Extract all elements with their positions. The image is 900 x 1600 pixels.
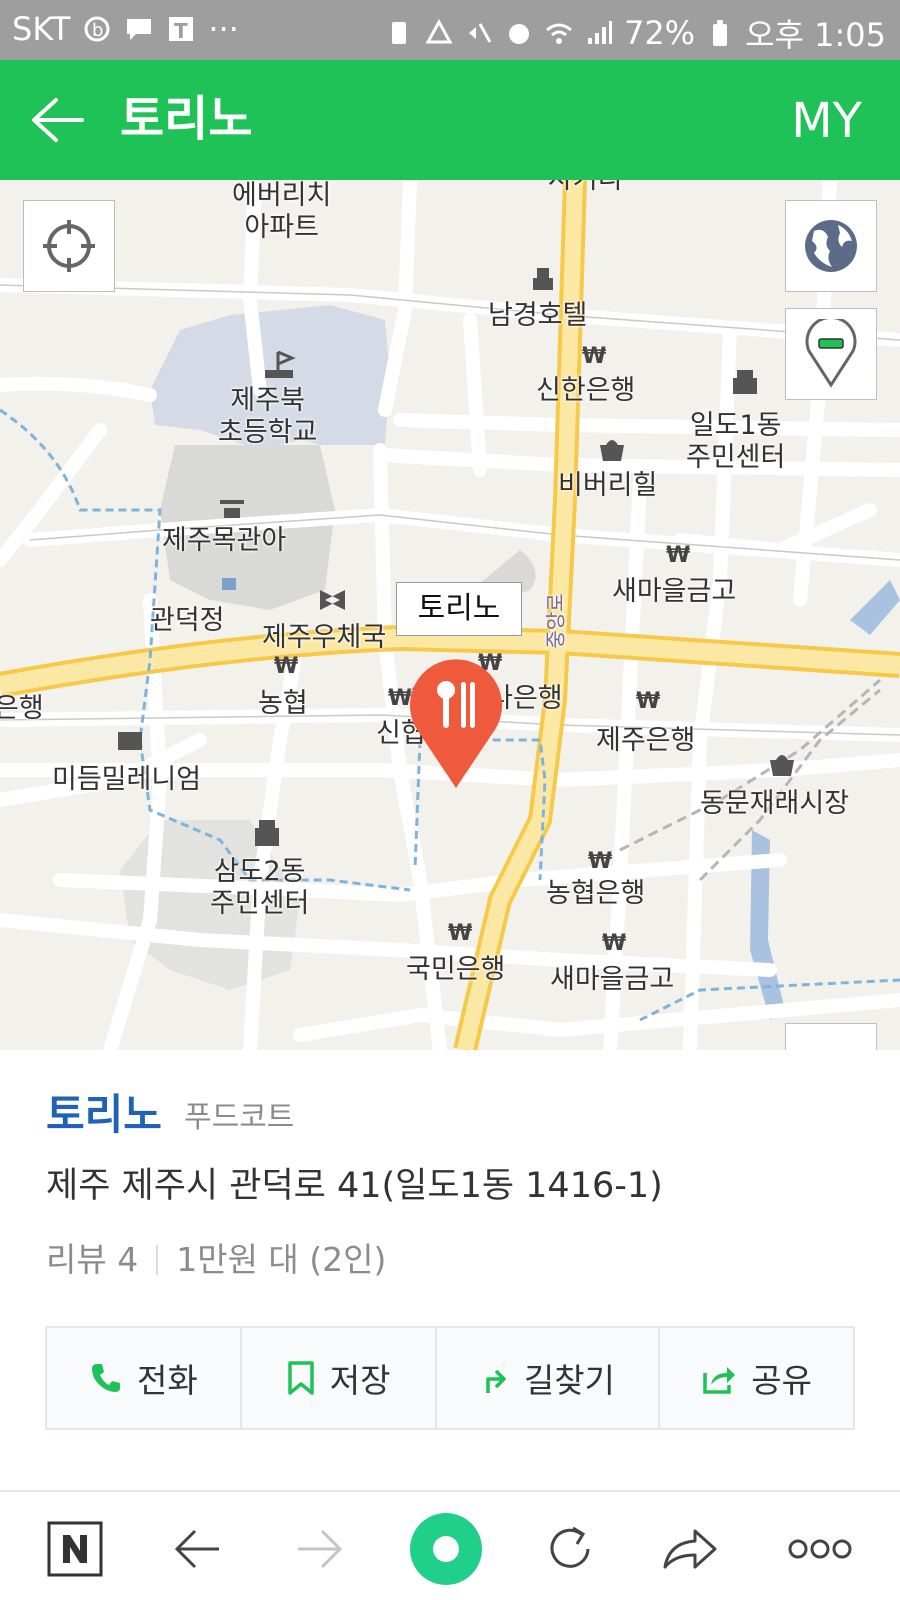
svg-text:₩: ₩ — [602, 931, 626, 956]
green-dot-icon — [410, 1513, 482, 1585]
place-meta: 리뷰 4 1만원 대 (2인) — [46, 1238, 386, 1282]
share-icon — [703, 1367, 736, 1394]
app-b-icon: b — [84, 16, 110, 42]
back-button[interactable] — [22, 88, 92, 152]
message-icon — [127, 19, 152, 40]
arrow-left-icon — [174, 1529, 219, 1569]
call-button[interactable]: 전화 — [47, 1328, 240, 1428]
map-label-jejubuk: 제주북 초등학교 — [218, 385, 318, 448]
arrow-left-icon — [32, 98, 84, 142]
restaurant-pin-icon[interactable] — [406, 656, 506, 792]
browser-forward-button[interactable] — [285, 1514, 355, 1584]
svg-text:T: T — [174, 19, 188, 43]
map-label-bank-left: 은행 — [0, 693, 44, 724]
my-button[interactable]: MY — [791, 86, 862, 156]
signal-icon — [587, 21, 612, 44]
status-right: 72% 오후 1:05 — [384, 10, 886, 56]
lock-battery-icon — [391, 22, 406, 44]
map-label-post: 제주우체국 — [262, 622, 387, 653]
svg-text:₩: ₩ — [582, 344, 606, 369]
meta-divider — [156, 1245, 159, 1275]
save-label: 저장 — [329, 1361, 391, 1400]
app-bar: 토리노 MY — [0, 60, 900, 180]
map-label-shinhan: 신한은행 — [536, 375, 636, 406]
map-label-gwandeok: 관덕정 — [150, 605, 225, 636]
share-arrow-icon — [663, 1529, 717, 1569]
place-callout[interactable]: 토리노 — [396, 582, 522, 636]
svg-text:₩: ₩ — [588, 849, 612, 874]
share-label: 공유 — [751, 1361, 812, 1400]
action-bar: 전화 저장 길찾기 공유 — [45, 1326, 855, 1430]
review-count[interactable]: 리뷰 4 — [46, 1238, 138, 1282]
t-app-icon: T — [169, 17, 194, 43]
directions-label: 길찾기 — [523, 1361, 615, 1400]
share-page-button[interactable] — [655, 1514, 725, 1584]
place-info-panel: 토리노 푸드코트 제주 제주시 관덕로 41(일도1동 1416-1) 리뷰 4… — [0, 1050, 900, 1490]
phone-icon — [92, 1364, 121, 1392]
browser-back-button[interactable] — [162, 1514, 232, 1584]
svg-text:₩: ₩ — [666, 543, 690, 568]
map-label-everich: 에버리치 아파트 — [232, 180, 332, 243]
carrier-label: SKT — [12, 10, 71, 48]
green-dot-button[interactable] — [404, 1507, 488, 1591]
place-category: 푸드코트 — [184, 1100, 295, 1135]
refresh-button[interactable] — [535, 1514, 605, 1584]
clock: 오후 1:05 — [745, 16, 886, 54]
map-label-dongmun: 동문재래시장 — [700, 788, 850, 819]
map-label-midum: 미듬밀레니엄 — [52, 764, 202, 795]
directions-button[interactable]: 길찾기 — [434, 1328, 659, 1428]
map-label-road-top: 사거리 — [548, 180, 623, 196]
map-label-kookmin: 국민은행 — [406, 954, 506, 985]
svg-text:₩: ₩ — [636, 689, 660, 714]
more-dots-icon — [788, 1539, 852, 1559]
bookmark-icon — [288, 1361, 314, 1395]
turn-arrow-icon — [486, 1369, 506, 1393]
arrow-right-icon — [298, 1529, 343, 1569]
zoom-in-button[interactable] — [786, 1024, 876, 1050]
map-pin-icon — [805, 319, 857, 388]
share-button[interactable]: 공유 — [658, 1328, 853, 1428]
wifi-icon — [545, 23, 572, 44]
battery-percent: 72% — [623, 14, 696, 52]
status-bar: SKT b T ··· 72% 오후 1:05 — [0, 0, 900, 60]
naver-n-icon — [47, 1521, 103, 1577]
map-label-nhbank: 농협은행 — [546, 878, 646, 909]
zoom-control — [785, 1023, 877, 1050]
svg-text:₩: ₩ — [274, 654, 298, 679]
save-button[interactable]: 저장 — [239, 1328, 435, 1428]
more-menu-button[interactable] — [775, 1514, 865, 1584]
map-label-mokgwana: 제주목관아 — [162, 525, 287, 556]
map-label-ildo-center: 일도1동 주민센터 — [686, 410, 786, 473]
map-label-samdo: 삼도2동 주민센터 — [210, 856, 310, 919]
place-address: 제주 제주시 관덕로 41(일도1동 1416-1) — [46, 1166, 663, 1206]
svg-text:₩: ₩ — [448, 921, 472, 946]
map-label-saemaeul-2: 새마을금고 — [550, 964, 675, 995]
svg-text:b: b — [92, 20, 103, 41]
call-label: 전화 — [137, 1361, 198, 1400]
price-range: 1만원 대 (2인) — [176, 1240, 387, 1279]
map-label-jejubank: 제주은행 — [596, 725, 696, 756]
vibrate-mute-icon — [468, 23, 492, 43]
place-name[interactable]: 토리노 — [46, 1088, 162, 1142]
globe-button[interactable] — [785, 200, 877, 292]
naver-home-button[interactable] — [40, 1514, 110, 1584]
map-label-namgyeong: 남경호텔 — [488, 300, 588, 331]
page-title: 토리노 — [120, 91, 253, 147]
globe-icon — [805, 220, 857, 272]
map-view[interactable]: ₩ ₩ ₩ ₩ ₩ ₩ ₩ ₩ ₩ 에버리치 아파트 사거리 남경호텔 신한은행… — [0, 180, 900, 1050]
more-notifications-icon: ··· — [208, 10, 239, 48]
locate-button[interactable] — [23, 200, 115, 292]
status-left: SKT b T ··· — [12, 10, 239, 48]
map-label-nonghyup: 농협 — [258, 688, 308, 719]
map-label-saemaeul-1: 새마을금고 — [612, 576, 737, 607]
map-label-road-jungang: 중앙로 — [543, 593, 568, 649]
battery-icon — [713, 20, 728, 46]
alarm-icon — [508, 24, 529, 44]
refresh-icon — [550, 1526, 590, 1568]
browser-bottom-bar — [0, 1490, 900, 1600]
recycle-icon — [425, 18, 453, 44]
map-label-beverly: 비버리힐 — [558, 470, 658, 501]
marker-toggle-button[interactable] — [785, 308, 877, 400]
crosshair-icon — [43, 220, 95, 272]
